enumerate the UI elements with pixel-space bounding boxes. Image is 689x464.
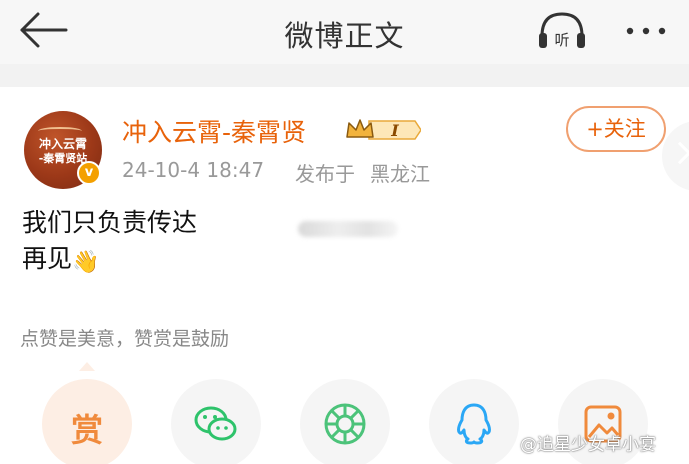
avatar-decoration bbox=[38, 127, 82, 135]
post-time: 24-10-4 18:47 bbox=[122, 158, 265, 182]
avatar-text-line1: 冲入云霄 bbox=[38, 137, 87, 151]
reward-tip: 点赞是美意，赞赏是鼓励 bbox=[20, 328, 230, 350]
listen-label: 听 bbox=[554, 31, 569, 49]
moments-icon bbox=[324, 403, 366, 445]
reward-button[interactable]: 赏 bbox=[42, 379, 132, 464]
qq-icon bbox=[457, 403, 491, 445]
post-content-line2-text: 再见 bbox=[22, 244, 73, 273]
post-card: 冲入云霄 -秦霄贤站 v 冲入云霄-秦霄贤 I 24-10-4 18:47 发布… bbox=[0, 87, 689, 464]
verified-badge: v bbox=[77, 161, 101, 185]
post-content: 我们只负责传达 再见👋 bbox=[22, 205, 197, 281]
more-button[interactable] bbox=[622, 14, 674, 48]
post-location: 黑龙江 bbox=[370, 162, 430, 186]
section-divider bbox=[0, 64, 689, 87]
blurred-content bbox=[298, 221, 398, 237]
waving-hand-emoji: 👋 bbox=[72, 250, 100, 275]
share-wechat-button[interactable] bbox=[171, 379, 261, 464]
chevron-icon bbox=[668, 141, 689, 165]
crown-icon: I bbox=[346, 119, 422, 140]
vip-level-text: I bbox=[390, 121, 399, 140]
tip-pointer bbox=[79, 362, 95, 371]
post-content-line1: 我们只负责传达 bbox=[22, 208, 198, 237]
vip-level-badge[interactable]: I bbox=[345, 117, 422, 143]
author-name[interactable]: 冲入云霄-秦霄贤 bbox=[122, 113, 306, 149]
share-qq-button[interactable] bbox=[429, 379, 519, 464]
listen-icon: 听 bbox=[539, 12, 585, 49]
follow-button[interactable]: +关注 bbox=[566, 106, 666, 152]
wechat-icon bbox=[194, 406, 237, 441]
post-location-prefix: 发布于 bbox=[295, 162, 355, 186]
side-collapse-tab[interactable] bbox=[662, 121, 689, 191]
listen-button[interactable]: 听 bbox=[536, 8, 588, 54]
share-moments-button[interactable] bbox=[300, 379, 390, 464]
reward-label: 赏 bbox=[70, 411, 103, 449]
post-content-line2: 再见👋 bbox=[22, 241, 197, 281]
nav-bar: 微博正文 听 bbox=[0, 0, 689, 64]
more-icon bbox=[626, 27, 666, 35]
watermark: @追星少女卓小宴 bbox=[520, 435, 656, 455]
